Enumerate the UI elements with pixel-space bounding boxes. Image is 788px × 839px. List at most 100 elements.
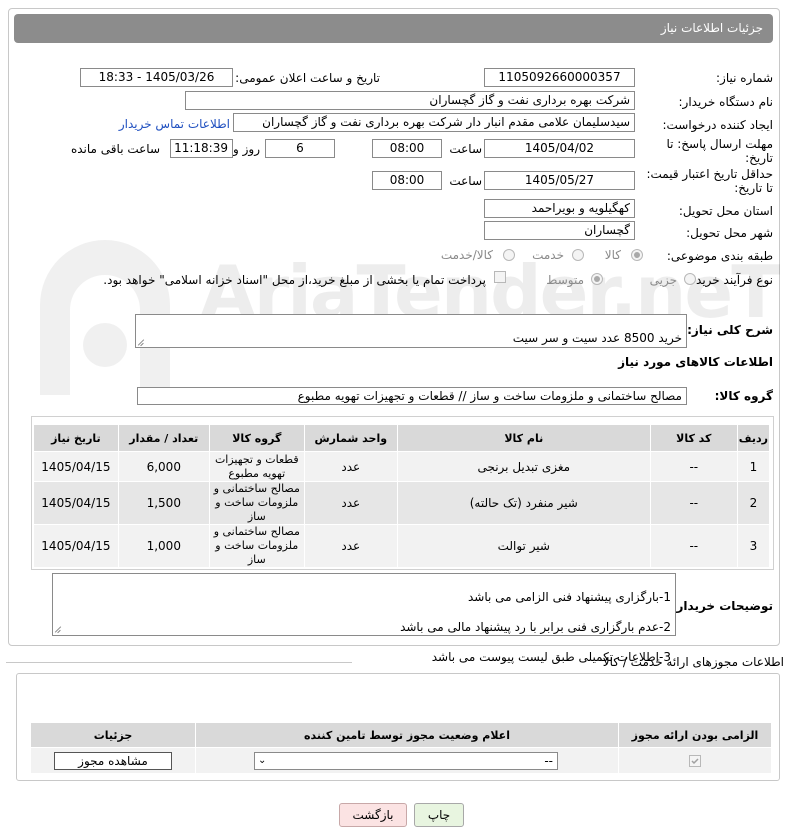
summary-text: خرید 8500 عدد سیت و سر سیت — [512, 331, 682, 345]
price-deadline-label-2: تا تاریخ: — [734, 181, 773, 195]
reply-date-field: 1405/04/02 — [484, 139, 635, 158]
col-quantity: تعداد / مقدار — [117, 424, 210, 452]
table-row: 2 -- شیر منفرد (تک حالته) عدد مصالح ساخت… — [33, 481, 771, 525]
notes-resize-icon[interactable] — [54, 626, 61, 633]
process-radio-medium[interactable] — [591, 273, 603, 285]
row-number: 1 — [736, 451, 771, 482]
goods-code: -- — [649, 481, 738, 525]
permit-required-cell — [618, 747, 772, 774]
permit-details-cell: مشاهده مجوز — [30, 747, 196, 774]
col-goods-group: گروه کالا — [208, 424, 305, 452]
permit-status-select[interactable]: -- ⌄ — [254, 751, 558, 770]
category-radio-goods[interactable] — [631, 249, 643, 261]
remaining-label: ساعت باقی مانده — [70, 142, 160, 156]
remaining-time-field: 11:18:39 — [170, 139, 233, 158]
price-time-label: ساعت — [449, 174, 482, 188]
goods-quantity: 1,000 — [117, 524, 210, 568]
reply-deadline-label: مهلت ارسال پاسخ: تا — [666, 137, 773, 151]
buyer-org-field: شرکت بهره برداری نفت و گاز گچساران — [185, 91, 635, 110]
col-row-number: ردیف — [736, 424, 771, 452]
permits-divider — [6, 662, 352, 663]
table-row: -- ⌄ مشاهده مجوز — [30, 747, 772, 774]
permit-required-checkbox — [689, 755, 701, 767]
goods-quantity: 1,500 — [117, 481, 210, 525]
category-service-label: خدمت — [532, 248, 564, 262]
col-goods-code: کد کالا — [649, 424, 738, 452]
col-unit: واحد شمارش — [303, 424, 398, 452]
permits-title: اطلاعات مجوزهای ارائه خدمت / کالا — [602, 655, 784, 669]
view-permit-button[interactable]: مشاهده مجوز — [54, 751, 172, 770]
goods-need-date: 1405/04/15 — [33, 451, 119, 482]
goods-group: قطعات و تجهیزات تهویه مطبوع — [208, 451, 305, 482]
panel-title: جزئیات اطلاعات نیاز — [660, 21, 763, 35]
buyer-notes-field: 1-بارگزاری پیشنهاد فنی الزامی می باشد 2-… — [52, 573, 676, 664]
back-button[interactable]: بازگشت — [339, 803, 407, 827]
goods-need-date: 1405/04/15 — [33, 481, 119, 525]
buyer-note-line: 1-بارگزاری پیشنهاد فنی الزامی می باشد — [467, 590, 671, 604]
summary-resize-icon[interactable] — [137, 339, 144, 346]
goods-name: شیر توالت — [396, 524, 651, 568]
reply-deadline-label-2: تاریخ: — [745, 151, 773, 165]
goods-table: ردیف کد کالا نام کالا واحد شمارش گروه کا… — [33, 424, 771, 568]
print-button[interactable]: چاپ — [414, 803, 464, 827]
goods-group-label: گروه کالا: — [714, 389, 773, 403]
announce-label: تاریخ و ساعت اعلان عمومی: — [235, 71, 380, 85]
category-radio-goods-service[interactable] — [503, 249, 515, 261]
col-permit-details: جزئیات — [30, 722, 196, 748]
treasury-payment-checkbox[interactable] — [494, 271, 506, 283]
col-goods-name: نام کالا — [396, 424, 651, 452]
buyer-org-label: نام دستگاه خریدار: — [678, 95, 774, 109]
days-label: روز و — [233, 142, 260, 156]
price-date-field: 1405/05/27 — [484, 171, 635, 190]
days-field: 6 — [265, 139, 335, 158]
chevron-down-icon: ⌄ — [258, 754, 267, 766]
reply-time-field: 08:00 — [372, 139, 442, 158]
process-medium-label: متوسط — [546, 273, 584, 287]
city-field: گچساران — [484, 221, 635, 240]
col-permit-required: الزامی بودن ارائه مجوز — [618, 722, 772, 748]
goods-code: -- — [649, 524, 738, 568]
process-minor-label: جزیی — [649, 273, 677, 287]
need-number-field: 1105092660000357 — [484, 68, 635, 87]
permit-status-value: -- — [544, 753, 553, 768]
price-time-field: 08:00 — [372, 171, 442, 190]
process-label: نوع فرآیند خرید : — [688, 273, 773, 287]
goods-unit: عدد — [303, 481, 398, 525]
summary-field: خرید 8500 عدد سیت و سر سیت — [135, 314, 687, 348]
goods-quantity: 6,000 — [117, 451, 210, 482]
goods-group-field: مصالح ساختمانی و ملزومات ساخت و ساز // ق… — [137, 387, 687, 405]
buyer-note-line: 2-عدم بارگزاری فنی برابر با رد پیشنهاد م… — [400, 620, 671, 634]
goods-section-title: اطلاعات کالاهای مورد نیاز — [618, 355, 773, 369]
row-number: 2 — [736, 481, 771, 525]
table-row: 1 -- مغزی تبدیل برنجی عدد قطعات و تجهیزا… — [33, 451, 771, 482]
check-icon — [691, 758, 699, 765]
city-label: شهر محل تحویل: — [686, 226, 773, 240]
category-label: طبقه بندی موضوعی: — [666, 249, 773, 263]
announce-field: 1405/03/26 - 18:33 — [80, 68, 233, 87]
goods-need-date: 1405/04/15 — [33, 524, 119, 568]
category-radio-service[interactable] — [572, 249, 584, 261]
category-goods-label: کالا — [604, 248, 621, 262]
goods-table-header: ردیف کد کالا نام کالا واحد شمارش گروه کا… — [33, 424, 771, 452]
buyer-contact-link[interactable]: اطلاعات تماس خریدار — [119, 117, 230, 131]
goods-unit: عدد — [303, 451, 398, 482]
goods-name: مغزی تبدیل برنجی — [396, 451, 651, 482]
permits-table: الزامی بودن ارائه مجوز اعلام وضعیت مجوز … — [30, 722, 772, 774]
buyer-notes-label: توضیحات خریدار: — [671, 599, 773, 613]
permit-status-cell: -- ⌄ — [195, 747, 619, 774]
requester-field: سیدسلیمان علامی مقدم انبار دار شرکت بهره… — [233, 113, 635, 132]
row-number: 3 — [736, 524, 771, 568]
reply-time-label: ساعت — [449, 142, 482, 156]
goods-unit: عدد — [303, 524, 398, 568]
price-deadline-label: حداقل تاریخ اعتبار قیمت: — [646, 167, 773, 181]
province-label: استان محل تحویل: — [678, 204, 773, 218]
goods-name: شیر منفرد (تک حالته) — [396, 481, 651, 525]
col-need-date: تاریخ نیاز — [33, 424, 119, 452]
panel-header: جزئیات اطلاعات نیاز — [14, 14, 773, 43]
table-row: 3 -- شیر توالت عدد مصالح ساختمانی و ملزو… — [33, 524, 771, 568]
col-permit-status: اعلام وضعیت مجوز توسط تامین کننده — [195, 722, 619, 748]
process-radio-minor[interactable] — [684, 273, 696, 285]
province-field: کهگیلویه و بویراحمد — [484, 199, 635, 218]
goods-group: مصالح ساختمانی و ملزومات ساخت و ساز — [208, 481, 305, 525]
goods-code: -- — [649, 451, 738, 482]
